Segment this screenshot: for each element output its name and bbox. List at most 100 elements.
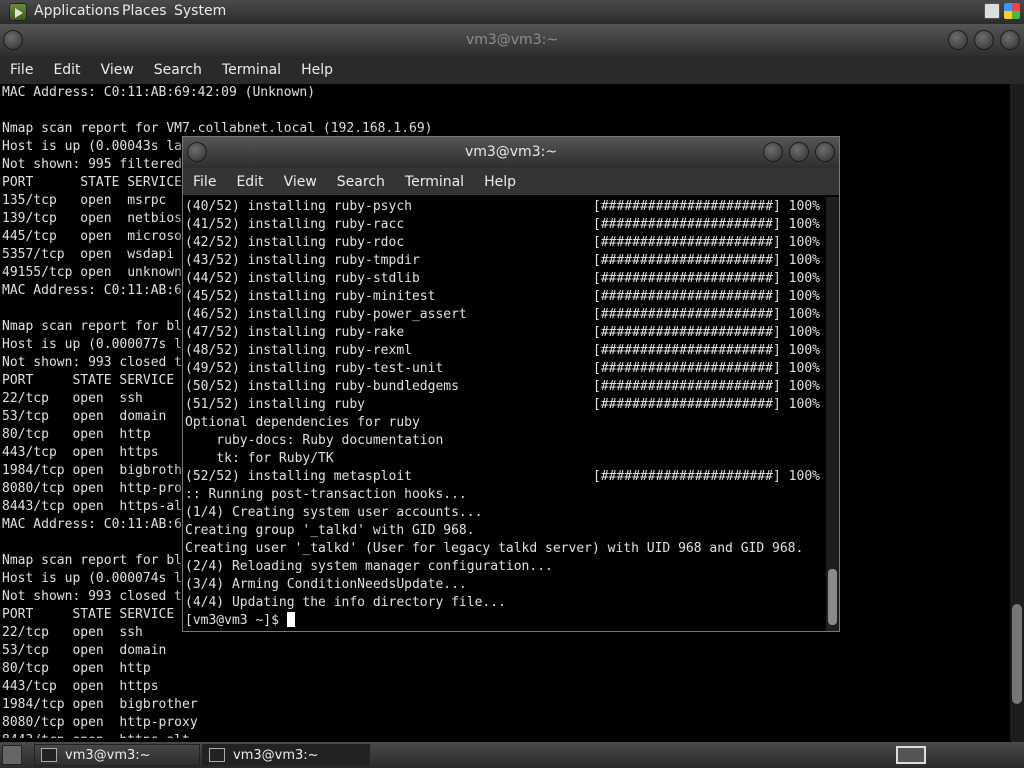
menu-terminal[interactable]: Terminal (395, 174, 474, 190)
show-desktop-icon[interactable] (2, 745, 22, 765)
progress-bar-text: [######################] 100% (593, 289, 820, 304)
task-label: vm3@vm3:~ (233, 747, 319, 763)
line-text: (42/52) installing ruby-rdoc (185, 235, 405, 250)
terminal-line: (45/52) installing ruby-minitest [#######… (185, 288, 825, 306)
shell-prompt: [vm3@vm3 ~]$ (185, 613, 287, 628)
minimize-icon[interactable] (948, 30, 968, 50)
menu-terminal[interactable]: Terminal (212, 62, 291, 78)
line-text: (3/4) Arming ConditionNeedsUpdate... (185, 577, 467, 592)
line-text: (2/4) Reloading system manager configura… (185, 559, 553, 574)
menu-file[interactable]: File (0, 62, 43, 78)
terminal-line: Creating group '_talkd' with GID 968. (185, 522, 825, 540)
maximize-icon[interactable] (789, 142, 809, 162)
close-icon[interactable] (815, 142, 835, 162)
menu-help[interactable]: Help (474, 174, 526, 190)
line-text: Creating group '_talkd' with GID 968. (185, 523, 475, 538)
applications-icon[interactable] (9, 3, 27, 21)
terminal-line: Creating user '_talkd' (User for legacy … (185, 540, 825, 558)
bg-titlebar[interactable]: vm3@vm3:~ (0, 24, 1024, 56)
line-text: Optional dependencies for ruby (185, 415, 420, 430)
menu-help[interactable]: Help (291, 62, 343, 78)
line-text: (41/52) installing ruby-racc (185, 217, 405, 232)
terminal-line: (48/52) installing ruby-rexml [##########… (185, 342, 825, 360)
bg-scrollbar-thumb[interactable] (1012, 604, 1022, 704)
fg-scrollbar-thumb[interactable] (828, 569, 837, 625)
progress-bar-text: [######################] 100% (593, 469, 820, 484)
close-icon[interactable] (1000, 30, 1020, 50)
taskbar-item-terminal-1[interactable]: vm3@vm3:~ (34, 744, 200, 766)
menu-search[interactable]: Search (327, 174, 395, 190)
window-menu-icon[interactable] (3, 30, 23, 50)
fg-titlebar[interactable]: vm3@vm3:~ (183, 137, 839, 168)
maximize-icon[interactable] (974, 30, 994, 50)
progress-bar-text: [######################] 100% (593, 253, 820, 268)
menu-search[interactable]: Search (144, 62, 212, 78)
menu-applications[interactable]: Applications (34, 3, 120, 19)
line-text: (4/4) Updating the info directory file..… (185, 595, 506, 610)
line-text: :: Running post-transaction hooks... (185, 487, 467, 502)
terminal-line: Optional dependencies for ruby (185, 414, 825, 432)
progress-bar-text: [######################] 100% (593, 217, 820, 232)
terminal-line: 443/tcp open https (2, 679, 159, 694)
progress-bar-text: [######################] 100% (593, 379, 820, 394)
progress-bar-text: [######################] 100% (593, 361, 820, 376)
task-label: vm3@vm3:~ (65, 747, 151, 763)
line-text: tk: for Ruby/TK (185, 451, 334, 466)
terminal-line: MAC Address: C0:11:AB:69:42:09 (Unknown) (2, 85, 316, 100)
foreground-terminal-window: vm3@vm3:~ File Edit View Search Terminal… (182, 136, 840, 632)
taskbar-item-terminal-2[interactable]: vm3@vm3:~ (202, 744, 370, 766)
top-panel: Applications Places System (0, 0, 1024, 24)
line-text: (51/52) installing ruby (185, 397, 366, 412)
menu-edit[interactable]: Edit (43, 62, 90, 78)
line-text: (50/52) installing ruby-bundledgems (185, 379, 459, 394)
terminal-line: (40/52) installing ruby-psych [##########… (185, 198, 825, 216)
terminal-line: :: Running post-transaction hooks... (185, 486, 825, 504)
bottom-taskbar: vm3@vm3:~ vm3@vm3:~ (0, 742, 1024, 768)
menu-places[interactable]: Places (122, 3, 167, 19)
terminal-line: (43/52) installing ruby-tmpdir [#########… (185, 252, 825, 270)
line-text: (47/52) installing ruby-rake (185, 325, 405, 340)
fg-window-title: vm3@vm3:~ (464, 144, 558, 160)
prompt-line[interactable]: [vm3@vm3 ~]$ (185, 612, 825, 630)
window-menu-icon[interactable] (187, 142, 207, 162)
fg-menubar: File Edit View Search Terminal Help (183, 168, 839, 195)
terminal-icon (209, 748, 225, 762)
terminal-line: 1984/tcp open bigbrother (2, 697, 198, 712)
line-text: (48/52) installing ruby-rexml (185, 343, 412, 358)
menu-file[interactable]: File (183, 174, 226, 190)
terminal-line: (42/52) installing ruby-rdoc [###########… (185, 234, 825, 252)
workspace-switcher[interactable] (896, 746, 926, 764)
line-text: ruby-docs: Ruby documentation (185, 433, 444, 448)
menu-view[interactable]: View (91, 62, 144, 78)
menu-system[interactable]: System (174, 3, 226, 19)
terminal-line: (2/4) Reloading system manager configura… (185, 558, 825, 576)
terminal-line: (1/4) Creating system user accounts... (185, 504, 825, 522)
minimize-icon[interactable] (763, 142, 783, 162)
terminal-line: (49/52) installing ruby-test-unit [######… (185, 360, 825, 378)
terminal-line: (46/52) installing ruby-power_assert [###… (185, 306, 825, 324)
menu-edit[interactable]: Edit (226, 174, 273, 190)
progress-bar-text: [######################] 100% (593, 235, 820, 250)
terminal-icon (41, 748, 57, 762)
progress-bar-text: [######################] 100% (593, 343, 820, 358)
line-text: (40/52) installing ruby-psych (185, 199, 412, 214)
line-text: (52/52) installing metasploit (185, 469, 412, 484)
terminal-line: (44/52) installing ruby-stdlib [#########… (185, 270, 825, 288)
terminal-line: 53/tcp open domain (2, 643, 167, 658)
progress-bar-text: [######################] 100% (593, 199, 820, 214)
network-icon[interactable] (984, 3, 1000, 19)
terminal-line: ruby-docs: Ruby documentation (185, 432, 825, 450)
bg-menubar: File Edit View Search Terminal Help (0, 56, 1024, 84)
terminal-line: (41/52) installing ruby-racc [###########… (185, 216, 825, 234)
bg-scrollbar[interactable] (1010, 84, 1024, 742)
windows-flag-icon[interactable] (1004, 3, 1020, 19)
terminal-line: (3/4) Arming ConditionNeedsUpdate... (185, 576, 825, 594)
fg-terminal-output[interactable]: (40/52) installing ruby-psych [##########… (185, 198, 825, 630)
bg-window-title: vm3@vm3:~ (465, 32, 559, 48)
progress-bar-text: [######################] 100% (593, 271, 820, 286)
menu-view[interactable]: View (274, 174, 327, 190)
line-text: (46/52) installing ruby-power_assert (185, 307, 467, 322)
fg-scrollbar[interactable] (826, 197, 839, 631)
line-text: (44/52) installing ruby-stdlib (185, 271, 420, 286)
terminal-line: (52/52) installing metasploit [##########… (185, 468, 825, 486)
